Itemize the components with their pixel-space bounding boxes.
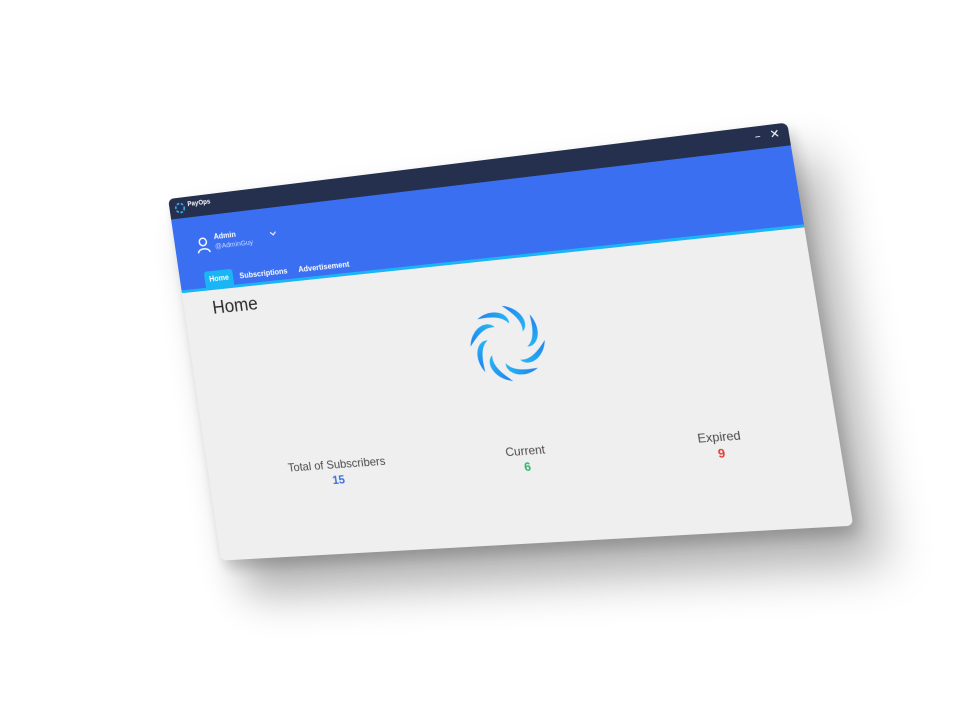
stat-expired-value: 9: [716, 446, 727, 462]
stat-expired-subscribers: Expired 9: [676, 427, 765, 464]
nav-tabs: Home Subscriptions Advertisement: [203, 253, 357, 289]
swirl-logo-icon: [467, 303, 549, 384]
user-icon[interactable]: [195, 236, 212, 254]
desktop-stage: PayOps – ✕ Admin @AdminGuy Home Subscrip…: [0, 0, 960, 720]
minimize-button[interactable]: –: [749, 129, 766, 145]
chevron-down-icon[interactable]: [267, 227, 280, 240]
swirl-logo-icon: [174, 202, 186, 214]
stat-total-subscribers: Total of Subscribers 15: [271, 453, 405, 491]
close-button[interactable]: ✕: [766, 126, 783, 142]
app-window: PayOps – ✕ Admin @AdminGuy Home Subscrip…: [168, 122, 854, 561]
stat-current-subscribers: Current 6: [475, 440, 578, 477]
page-title: Home: [211, 294, 260, 319]
app-title: PayOps: [187, 198, 211, 209]
